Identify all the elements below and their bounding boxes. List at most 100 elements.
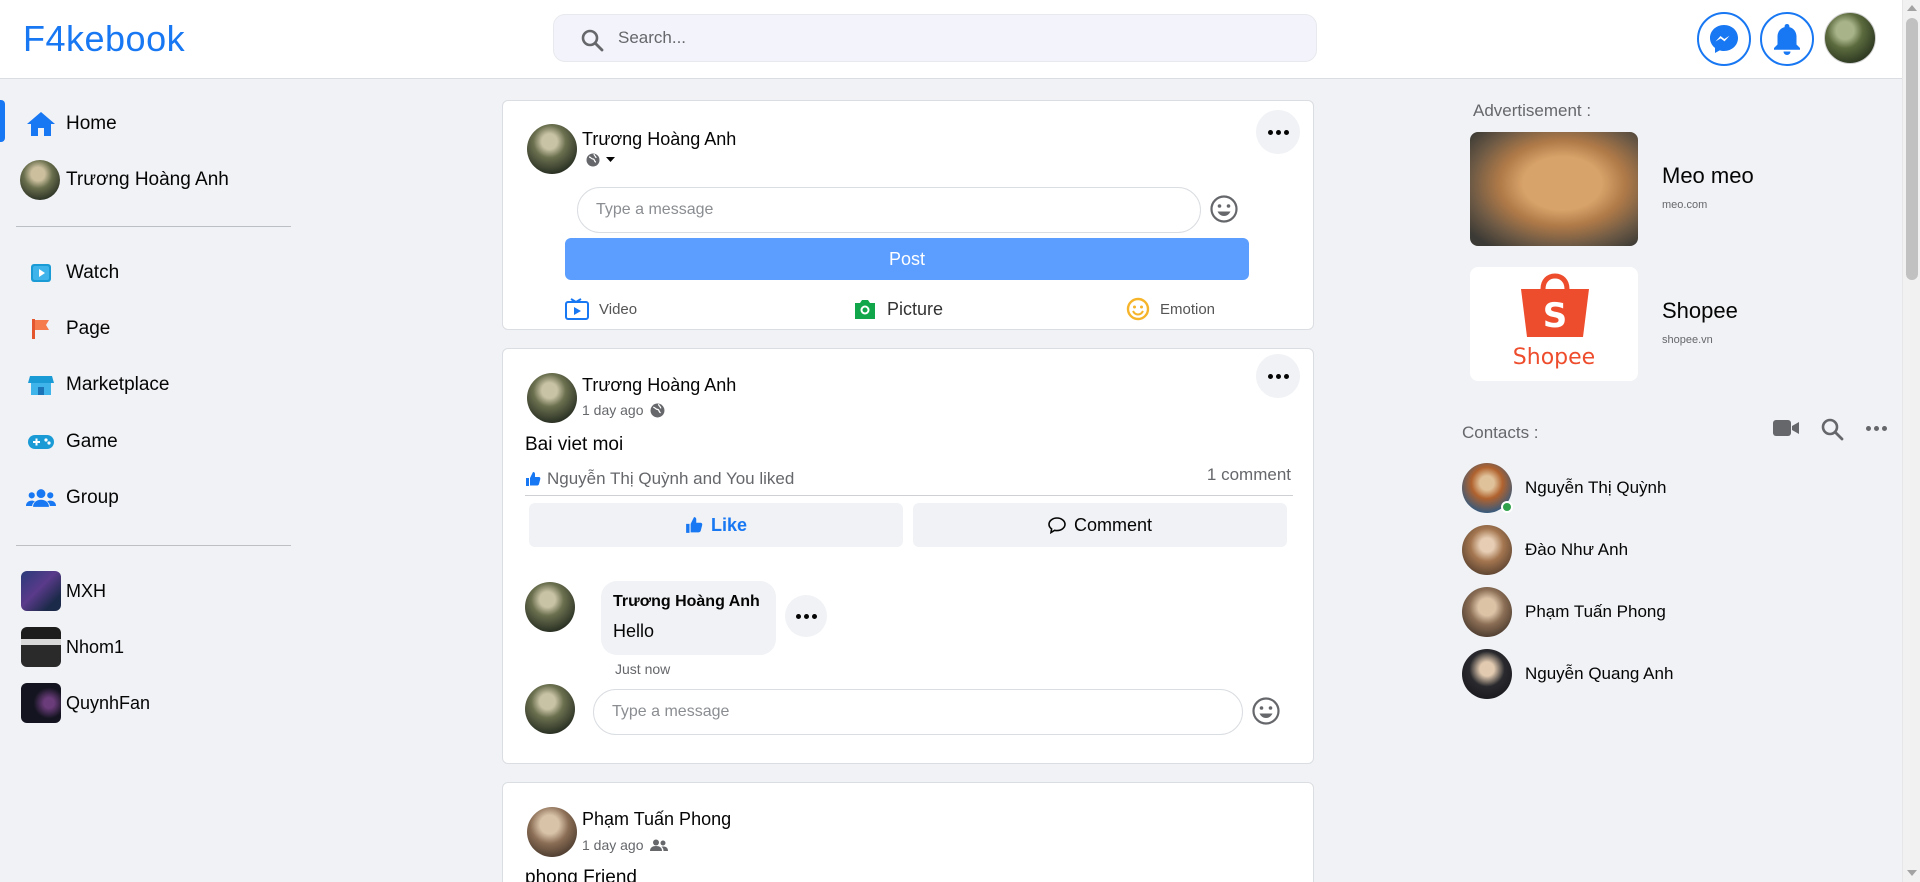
post-time: 1 day ago [582, 402, 644, 418]
ad-image-shopee[interactable]: S Shopee [1470, 267, 1638, 381]
comment-avatar [525, 582, 575, 632]
post-button[interactable]: Post [565, 238, 1249, 280]
camera-icon [855, 300, 875, 319]
sidebar-group-label: MXH [66, 580, 106, 601]
post-text: Bai viet moi [525, 434, 624, 455]
post-composer: Trương Hoàng Anh Type a message Post Vid… [502, 100, 1314, 330]
bell-icon [1774, 24, 1800, 55]
picture-action[interactable]: Picture [853, 294, 943, 324]
post-meta: 1 day ago [582, 837, 668, 853]
scroll-up-icon[interactable] [1907, 5, 1917, 11]
more-options-button[interactable] [1256, 110, 1300, 154]
sidebar-item-label: Group [66, 487, 119, 508]
sidebar-item-page[interactable]: Page [0, 304, 300, 354]
ad-url: meo.com [1662, 199, 1708, 211]
notification-button[interactable] [1760, 12, 1814, 66]
ad-name[interactable]: Shopee [1662, 298, 1738, 324]
more-options-button[interactable] [1256, 354, 1300, 398]
app-logo[interactable]: F4kebook [23, 18, 185, 60]
flag-icon [26, 314, 56, 344]
like-button[interactable]: Like [529, 503, 903, 547]
composer-author: Trương Hoàng Anh [582, 129, 737, 149]
comment-more-button[interactable] [785, 595, 827, 637]
users-icon [26, 483, 56, 513]
sidebar-group-nhom1[interactable]: Nhom1 [0, 622, 300, 672]
post-author[interactable]: Phạm Tuấn Phong [582, 809, 731, 830]
messenger-button[interactable] [1697, 12, 1751, 66]
contact-item[interactable]: Nguyễn Thị Quỳnh [1462, 463, 1762, 515]
comment-author[interactable]: Trương Hoàng Anh [613, 593, 760, 611]
thumbs-up-icon [526, 472, 541, 486]
emoji-icon[interactable] [1251, 696, 1281, 726]
smile-icon [1126, 297, 1150, 321]
sidebar-item-label: Watch [66, 262, 120, 283]
sidebar-item-marketplace[interactable]: Marketplace [0, 360, 300, 410]
post-author[interactable]: Trương Hoàng Anh [582, 375, 736, 396]
sidebar-item-label: Marketplace [66, 374, 170, 395]
video-call-icon[interactable] [1772, 418, 1800, 438]
sidebar-item-game[interactable]: Game [0, 417, 300, 467]
privacy-selector[interactable] [586, 153, 615, 167]
contact-name: Phạm Tuấn Phong [1525, 602, 1666, 621]
home-icon [26, 109, 56, 139]
comment-bubble: Trương Hoàng Anh Hello [601, 581, 776, 655]
picture-label: Picture [887, 298, 944, 319]
like-label: Like [710, 514, 748, 535]
contact-item[interactable]: Nguyễn Quang Anh [1462, 649, 1762, 701]
emotion-action[interactable]: Emotion [1126, 294, 1215, 324]
comment-text: Hello [613, 621, 655, 641]
likes-summary[interactable]: Nguyễn Thị Quỳnh and You liked [525, 469, 794, 489]
contact-name: Nguyễn Quang Anh [1525, 664, 1674, 683]
contact-item[interactable]: Đào Như Anh [1462, 525, 1762, 577]
sidebar-item-label: Page [66, 318, 111, 339]
more-icon [795, 613, 817, 619]
search-input[interactable] [618, 15, 1298, 61]
search-bar[interactable] [553, 14, 1317, 62]
group-thumbnail [21, 683, 61, 723]
sidebar-divider [16, 226, 291, 227]
comment-button[interactable]: Comment [913, 503, 1287, 547]
avatar [525, 684, 575, 734]
avatar [527, 807, 577, 857]
scroll-down-icon[interactable] [1907, 870, 1917, 876]
scroll-thumb[interactable] [1906, 18, 1918, 280]
sidebar-item-profile[interactable]: Trương Hoàng Anh [0, 155, 300, 205]
group-thumbnail [21, 627, 61, 667]
store-icon [26, 370, 56, 400]
user-avatar[interactable] [1824, 12, 1876, 64]
top-bar: F4kebook [0, 0, 1902, 79]
post-text: phong Friend [525, 867, 637, 882]
video-action[interactable]: Video [565, 294, 637, 324]
sidebar-item-watch[interactable]: Watch [0, 248, 300, 298]
ad-image-cat[interactable] [1470, 132, 1638, 246]
video-label: Video [599, 300, 638, 318]
contacts-more-icon[interactable] [1866, 426, 1887, 431]
group-thumbnail [21, 571, 61, 611]
contact-item[interactable]: Phạm Tuấn Phong [1462, 587, 1762, 639]
post-card: Trương Hoàng Anh 1 day ago Bai viet moi … [502, 348, 1314, 764]
sidebar-group-quynhfan[interactable]: QuynhFan [0, 678, 300, 728]
search-contacts-icon[interactable] [1820, 417, 1844, 441]
comment-input[interactable]: Type a message [593, 689, 1243, 735]
friends-icon [649, 839, 668, 851]
shopee-wordmark: Shopee [1512, 345, 1596, 370]
online-status-dot [1501, 501, 1513, 513]
emoji-icon[interactable] [1209, 194, 1239, 224]
composer-input[interactable]: Type a message [577, 187, 1201, 233]
svg-text:S: S [1543, 296, 1568, 336]
sidebar-item-label: Game [66, 431, 118, 452]
contacts-title: Contacts : [1462, 423, 1539, 442]
sidebar-group-label: QuynhFan [66, 692, 151, 713]
ad-name[interactable]: Meo meo [1662, 163, 1754, 189]
sidebar-item-home[interactable]: Home [0, 99, 300, 149]
search-icon [581, 29, 604, 52]
comment-count[interactable]: 1 comment [1207, 465, 1291, 485]
post-divider [525, 495, 1293, 496]
page-scrollbar[interactable] [1902, 0, 1920, 882]
emotion-label: Emotion [1160, 300, 1216, 318]
avatar [527, 124, 577, 174]
sidebar-group-mxh[interactable]: MXH [0, 566, 300, 616]
shopee-bag-icon: S [1521, 273, 1589, 337]
avatar [527, 373, 577, 423]
sidebar-item-group[interactable]: Group [0, 473, 300, 523]
